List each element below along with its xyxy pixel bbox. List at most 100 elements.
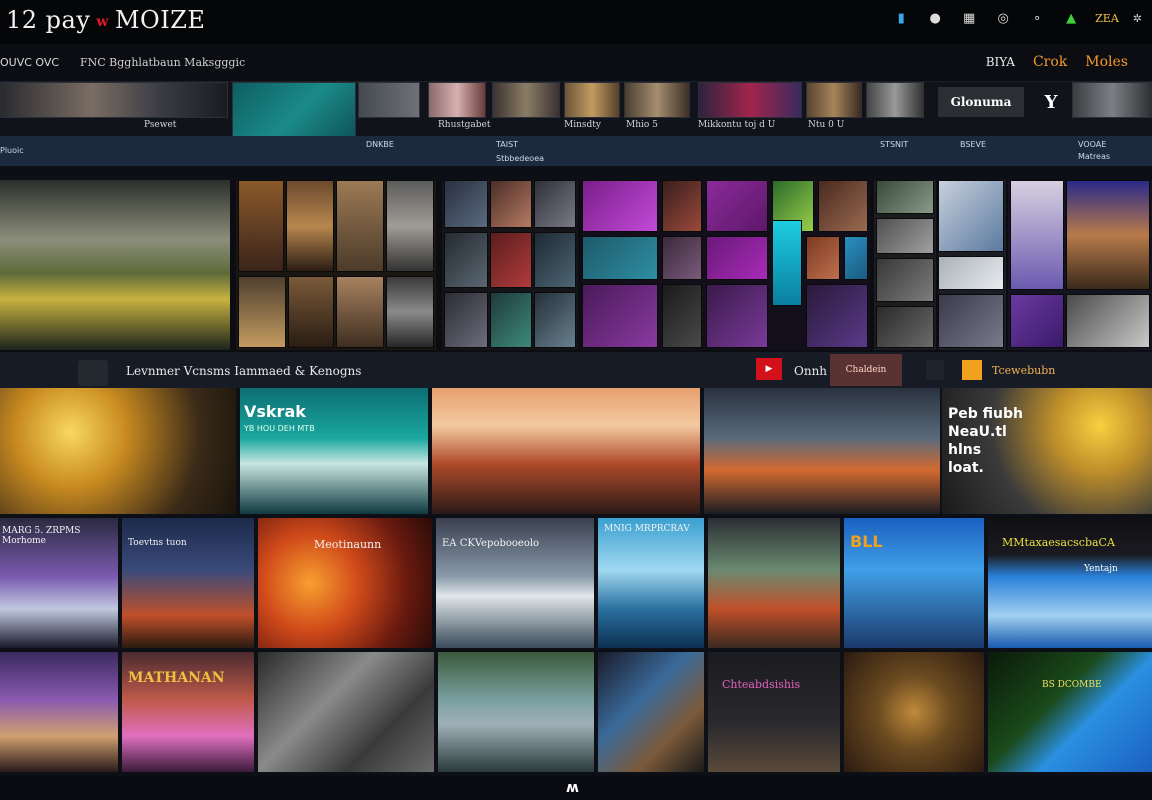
collage-block-violet[interactable] (1008, 180, 1152, 350)
featured-tile[interactable]: Vskrak YB HOU DEH MTB (240, 388, 428, 514)
collage-cell[interactable] (582, 180, 658, 232)
content-tile[interactable]: Chteabdsishis (708, 652, 840, 772)
content-tile[interactable]: MATHANAN (122, 652, 254, 772)
collage-cell[interactable] (1066, 180, 1150, 290)
collage-landscape[interactable] (0, 180, 230, 350)
collage-cell[interactable] (876, 218, 934, 254)
content-tile[interactable]: Toevtns tuon (122, 518, 254, 648)
sparkle-icon[interactable]: ✲ (1133, 8, 1142, 28)
nav-link-crok[interactable]: Crok (1033, 54, 1067, 70)
collage-cell[interactable] (662, 236, 702, 280)
collage-cell[interactable] (938, 294, 1004, 348)
nav-link-biya[interactable]: BIYA (986, 55, 1015, 69)
collage-block-light[interactable] (938, 180, 1006, 350)
collage-cell[interactable] (444, 180, 488, 228)
collage-cell[interactable] (534, 292, 576, 348)
collage-cell[interactable] (336, 180, 384, 272)
play-icon[interactable]: ▶ (756, 358, 782, 380)
featured-tile[interactable] (0, 388, 236, 514)
collage-cell[interactable] (386, 180, 434, 272)
collage-cell[interactable] (288, 276, 334, 348)
collage-cell[interactable] (534, 180, 576, 228)
strip-thumb[interactable] (492, 82, 560, 118)
collage-cell[interactable] (844, 236, 868, 280)
collage-cell[interactable] (806, 284, 868, 348)
collage-cell[interactable] (490, 232, 532, 288)
collage-block-grey[interactable] (874, 180, 936, 350)
collage-cell[interactable] (238, 180, 284, 272)
featured-tile[interactable] (704, 388, 940, 514)
collage-cell[interactable] (444, 292, 488, 348)
collage-cell[interactable] (582, 236, 658, 280)
collage-cell[interactable] (490, 180, 532, 228)
folder-icon[interactable]: ▮ (891, 8, 911, 28)
app-logo[interactable]: 12 pay w MOIZE (6, 6, 205, 34)
collage-cell[interactable] (876, 306, 934, 348)
content-tile[interactable]: BLL (844, 518, 984, 648)
collage-cell[interactable] (1066, 294, 1150, 348)
collage-cell[interactable] (286, 180, 334, 272)
collage-cell[interactable] (534, 232, 576, 288)
collage-cell[interactable] (806, 236, 840, 280)
strip-thumb[interactable] (624, 82, 690, 118)
chat-icon[interactable]: ● (925, 8, 945, 28)
strip-thumb[interactable] (358, 82, 420, 118)
strip-thumb[interactable] (564, 82, 620, 118)
content-tile[interactable]: MARG 5. ZRPMS Morhome (0, 518, 118, 648)
collage-cell[interactable] (662, 284, 702, 348)
collage-cell[interactable] (444, 232, 488, 288)
nav-link-moles[interactable]: Moles (1085, 54, 1128, 70)
section-label-a[interactable]: Onnh (794, 364, 827, 378)
strip-thumb[interactable] (806, 82, 862, 118)
leaf-icon[interactable]: ▲ (1061, 8, 1081, 28)
top-text-badge[interactable]: ZEA (1095, 8, 1119, 28)
section-chip[interactable]: Chaldein (830, 354, 902, 386)
collage-cell[interactable] (938, 256, 1004, 290)
collage-cell[interactable] (238, 276, 286, 348)
globe-icon[interactable]: ◎ (993, 8, 1013, 28)
featured-tile[interactable] (432, 388, 700, 514)
content-tile[interactable] (708, 518, 840, 648)
strip-thumb[interactable] (866, 82, 924, 118)
strip-button-y[interactable]: Y (1036, 87, 1066, 117)
collage-cell[interactable] (706, 180, 768, 232)
collage-cell[interactable] (1010, 180, 1064, 290)
strip-thumb[interactable] (698, 82, 802, 118)
collage-block-dark[interactable] (442, 180, 578, 350)
content-tile[interactable] (438, 652, 594, 772)
collage-cell[interactable] (706, 284, 768, 348)
collage-cell[interactable] (386, 276, 434, 348)
collage-cell[interactable] (938, 180, 1004, 252)
dot-icon[interactable]: ∘ (1027, 8, 1047, 28)
collage-cell[interactable] (772, 220, 802, 306)
content-tile[interactable]: BS DCOMBE (988, 652, 1152, 772)
orange-square-icon[interactable] (962, 360, 982, 380)
section-label-b[interactable]: Tcewebubn (992, 364, 1055, 377)
collage-cell[interactable] (876, 180, 934, 214)
content-tile[interactable] (0, 652, 118, 772)
strip-button-glonuma[interactable]: Glonuma (938, 87, 1024, 117)
nav-mid-label[interactable]: FNC Bgghlatbaun Maksgggic (80, 56, 245, 69)
content-tile[interactable] (598, 652, 704, 772)
nav-left-label[interactable]: OUVC OVC (0, 56, 59, 69)
content-tile[interactable]: Meotinaunn (258, 518, 432, 648)
collage-cell[interactable] (490, 292, 532, 348)
strip-thumb[interactable] (1072, 82, 1152, 118)
collage-cell[interactable] (818, 180, 868, 232)
collage-cell[interactable] (876, 258, 934, 302)
content-tile[interactable] (258, 652, 434, 772)
collage-cell[interactable] (336, 276, 384, 348)
collage-block-sepia[interactable] (236, 180, 436, 350)
collage-cell[interactable] (706, 236, 768, 280)
content-tile[interactable]: MNIG MRPRCRAV (598, 518, 704, 648)
featured-tile[interactable]: Peb fiubh NeaU.tl hlns loat. (942, 388, 1152, 514)
strip-thumb[interactable] (0, 82, 228, 118)
wave-logo-icon[interactable]: ʍ (566, 780, 579, 796)
collage-block-purple[interactable] (582, 180, 870, 350)
strip-thumb[interactable] (428, 82, 486, 118)
content-tile[interactable]: MMtaxaesacscbaCA Yentajn (988, 518, 1152, 648)
collage-cell[interactable] (1010, 294, 1064, 348)
collage-cell[interactable] (662, 180, 702, 232)
collage-cell[interactable] (582, 284, 658, 348)
content-tile[interactable] (844, 652, 984, 772)
